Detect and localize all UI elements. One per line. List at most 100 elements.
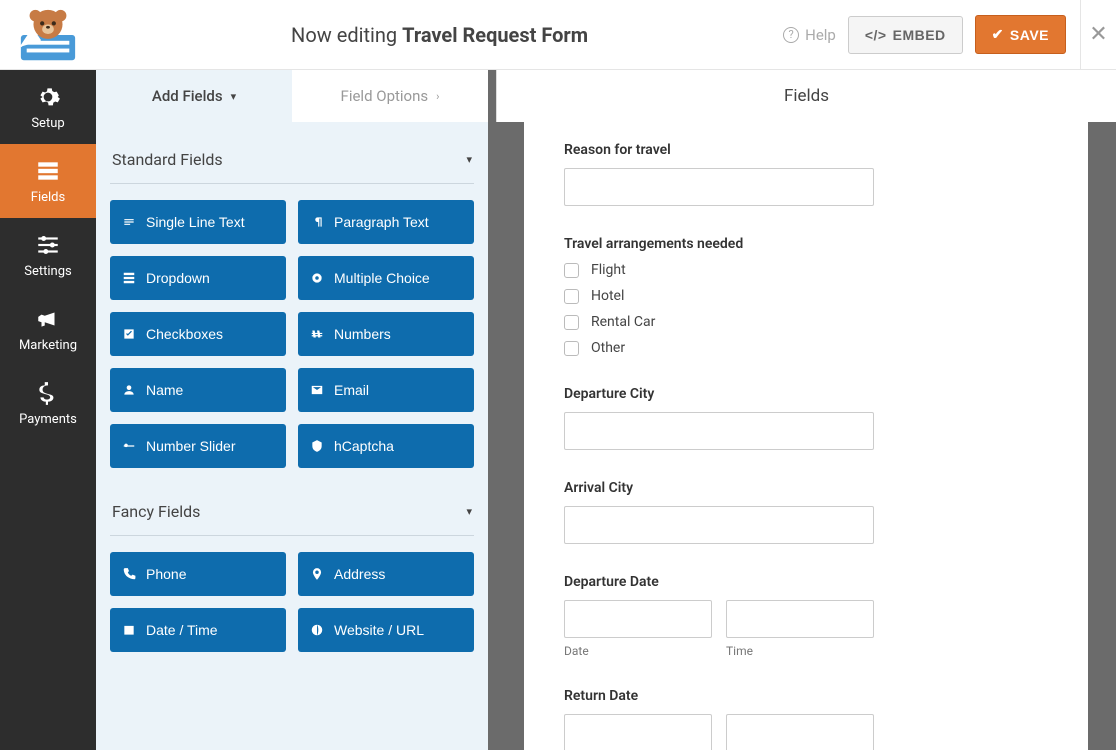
checkbox-option[interactable]: Flight (564, 262, 1048, 278)
field-departure-city[interactable]: Departure City (564, 386, 1048, 450)
sidebar-item-label: Payments (19, 412, 77, 427)
field-label: Arrival City (564, 480, 1048, 496)
field-type-label: Address (334, 566, 385, 582)
numbers-icon (310, 327, 324, 341)
field-type-dropdown[interactable]: Dropdown (110, 256, 286, 300)
field-type-paragraph-text[interactable]: Paragraph Text (298, 200, 474, 244)
field-type-hcaptcha[interactable]: hCaptcha (298, 424, 474, 468)
checkbox-icon (564, 315, 579, 330)
address-icon (310, 567, 324, 581)
phone-icon (122, 567, 136, 581)
bullhorn-icon (35, 306, 61, 332)
checkbox-icon (564, 341, 579, 356)
checkbox-label: Rental Car (591, 314, 655, 330)
field-label: Travel arrangements needed (564, 236, 1048, 252)
tab-add-fields[interactable]: Add Fields▾ (96, 70, 292, 122)
text-input[interactable] (564, 506, 874, 544)
checkboxes-icon (122, 327, 136, 341)
chevron-right-icon: › (436, 90, 439, 103)
checkbox-label: Other (591, 340, 625, 356)
checkbox-icon (564, 289, 579, 304)
field-label: Departure City (564, 386, 1048, 402)
section-fancy-fields[interactable]: Fancy Fields ▾ (110, 492, 474, 536)
sidebar-item-label: Marketing (19, 338, 77, 353)
chevron-down-icon: ▾ (231, 90, 237, 103)
field-type-address[interactable]: Address (298, 552, 474, 596)
checkbox-option[interactable]: Hotel (564, 288, 1048, 304)
sidebar: Setup Fields Settings Marketing Payments (0, 70, 96, 750)
field-type-label: Email (334, 382, 369, 398)
date-input[interactable] (564, 714, 712, 750)
checkbox-icon (564, 263, 579, 278)
form-icon (35, 158, 61, 184)
checkbox-label: Hotel (591, 288, 624, 304)
field-arrangements[interactable]: Travel arrangements needed Flight Hotel Re… (564, 236, 1048, 356)
chevron-down-icon: ▾ (466, 153, 472, 166)
field-label: Return Date (564, 688, 1048, 704)
field-type-label: Phone (146, 566, 186, 582)
sidebar-item-settings[interactable]: Settings (0, 218, 96, 292)
sidebar-item-marketing[interactable]: Marketing (0, 292, 96, 366)
text-input[interactable] (564, 412, 874, 450)
tab-field-options[interactable]: Field Options› (292, 70, 488, 122)
embed-button[interactable]: </> EMBED (848, 16, 963, 54)
code-icon: </> (865, 27, 887, 43)
page-title: Now editing Travel Request Form (96, 23, 783, 47)
field-type-name[interactable]: Name (110, 368, 286, 412)
sliders-icon (35, 232, 61, 258)
field-type-date-time[interactable]: Date / Time (110, 608, 286, 652)
field-type-label: Date / Time (146, 622, 218, 638)
field-type-label: hCaptcha (334, 438, 394, 454)
checkbox-label: Flight (591, 262, 626, 278)
help-link[interactable]: ? Help (783, 26, 836, 44)
time-input[interactable] (726, 714, 874, 750)
field-arrival-city[interactable]: Arrival City (564, 480, 1048, 544)
sidebar-item-payments[interactable]: Payments (0, 366, 96, 440)
date-time-icon (122, 623, 136, 637)
paragraph-text-icon (310, 215, 324, 229)
field-type-label: Numbers (334, 326, 391, 342)
field-label: Reason for travel (564, 142, 1048, 158)
field-type-website-url[interactable]: Website / URL (298, 608, 474, 652)
close-button[interactable]: ✕ (1080, 0, 1116, 70)
preview-title: Fields (496, 70, 1116, 122)
save-button[interactable]: ✔ SAVE (975, 15, 1066, 54)
sidebar-item-label: Setup (31, 116, 64, 131)
app-logo (0, 1, 96, 69)
field-type-multiple-choice[interactable]: Multiple Choice (298, 256, 474, 300)
number-slider-icon (122, 439, 136, 453)
multiple-choice-icon (310, 271, 324, 285)
field-type-label: Multiple Choice (334, 270, 430, 286)
field-type-number-slider[interactable]: Number Slider (110, 424, 286, 468)
time-input[interactable] (726, 600, 874, 638)
field-type-label: Single Line Text (146, 214, 245, 230)
field-type-checkboxes[interactable]: Checkboxes (110, 312, 286, 356)
check-icon: ✔ (992, 26, 1004, 43)
field-label: Departure Date (564, 574, 1048, 590)
hcaptcha-icon (310, 439, 324, 453)
sidebar-item-setup[interactable]: Setup (0, 70, 96, 144)
email-icon (310, 383, 324, 397)
text-input[interactable] (564, 168, 874, 206)
dropdown-icon (122, 271, 136, 285)
sidebar-item-label: Settings (24, 264, 71, 279)
gear-icon (35, 84, 61, 110)
field-type-numbers[interactable]: Numbers (298, 312, 474, 356)
field-type-label: Number Slider (146, 438, 235, 454)
field-type-email[interactable]: Email (298, 368, 474, 412)
field-departure-date[interactable]: Departure Date Date Time (564, 574, 1048, 658)
field-reason[interactable]: Reason for travel (564, 142, 1048, 206)
checkbox-option[interactable]: Rental Car (564, 314, 1048, 330)
sublabel-date: Date (564, 644, 712, 658)
date-input[interactable] (564, 600, 712, 638)
section-standard-fields[interactable]: Standard Fields ▾ (110, 140, 474, 184)
field-type-label: Website / URL (334, 622, 424, 638)
field-type-phone[interactable]: Phone (110, 552, 286, 596)
field-type-single-line-text[interactable]: Single Line Text (110, 200, 286, 244)
single-line-text-icon (122, 215, 136, 229)
website-url-icon (310, 623, 324, 637)
checkbox-option[interactable]: Other (564, 340, 1048, 356)
field-type-label: Paragraph Text (334, 214, 429, 230)
field-return-date[interactable]: Return Date (564, 688, 1048, 750)
sidebar-item-fields[interactable]: Fields (0, 144, 96, 218)
